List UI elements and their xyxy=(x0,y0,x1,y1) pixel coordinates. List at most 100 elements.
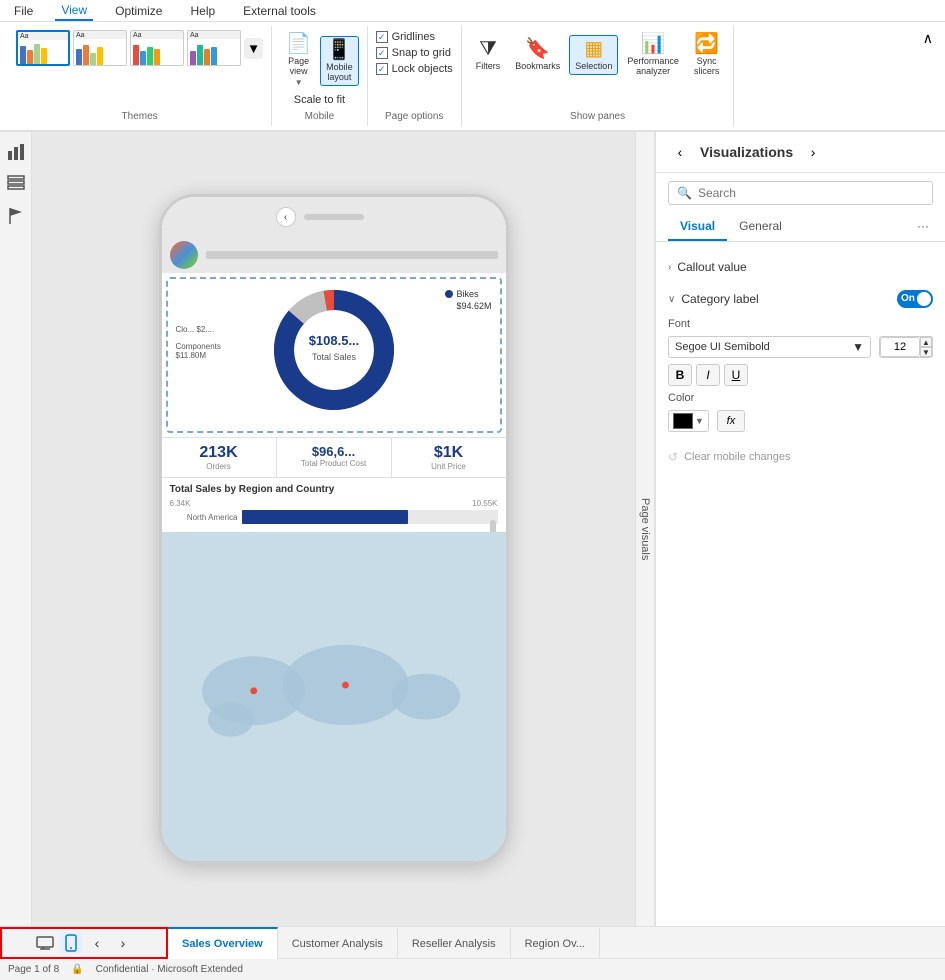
flag-icon[interactable] xyxy=(4,204,28,228)
show-panes-label: Show panes xyxy=(570,111,625,122)
device-mockup: ‹ xyxy=(159,194,509,864)
menu-external-tools[interactable]: External tools xyxy=(237,2,322,20)
menu-help[interactable]: Help xyxy=(184,2,221,20)
theme-bar xyxy=(204,49,210,65)
themes-dropdown-btn[interactable]: ▼ xyxy=(244,38,263,59)
category-label-header[interactable]: ∨ Category label On xyxy=(656,284,945,314)
font-size-down[interactable]: ▼ xyxy=(920,347,932,357)
donut-svg: $108.5... Total Sales xyxy=(259,285,409,415)
tab-region-overview[interactable]: Region Ov... xyxy=(511,927,600,959)
legend-bikes-label: Bikes xyxy=(456,289,478,299)
theme-bar xyxy=(90,53,96,65)
fx-label: fx xyxy=(727,415,736,427)
ribbon-group-themes: Aa Aa xyxy=(8,26,272,126)
page-visuals-tab[interactable]: Page visuals xyxy=(635,132,655,926)
category-label-toggle[interactable]: On xyxy=(897,290,933,308)
theme-bar xyxy=(190,51,196,65)
theme-preview-1[interactable]: Aa xyxy=(16,30,70,66)
menu-optimize[interactable]: Optimize xyxy=(109,2,168,20)
category-chevron: ∨ xyxy=(668,294,675,305)
gridlines-checkbox[interactable]: Gridlines xyxy=(376,30,435,44)
font-size-input[interactable]: 12 xyxy=(880,337,920,357)
bold-btn[interactable]: B xyxy=(668,364,692,386)
menu-file[interactable]: File xyxy=(8,2,39,20)
theme-bar xyxy=(211,47,217,65)
desktop-view-btn[interactable] xyxy=(34,932,56,954)
search-input[interactable] xyxy=(698,186,924,200)
ribbon-group-pageoptions: Gridlines Snap to grid Lock objects Page… xyxy=(368,26,462,126)
legend-bikes-value: $94.62M xyxy=(456,301,491,311)
selection-label: Selection xyxy=(575,61,612,71)
donut-area: $108.5... Total Sales Bikes $94.62M Clo.… xyxy=(174,285,494,425)
page-view-btn[interactable]: 📄 Pageview ▼ xyxy=(280,30,317,91)
report-header xyxy=(162,237,506,273)
format-btns-row: B I U xyxy=(668,364,933,386)
canvas-area: ‹ xyxy=(32,132,635,926)
bookmarks-btn[interactable]: 🔖 Bookmarks xyxy=(509,35,566,75)
color-chevron: ▼ xyxy=(695,416,704,426)
tab-sales-overview[interactable]: Sales Overview xyxy=(168,927,278,959)
performance-label: Performanceanalyzer xyxy=(627,56,679,76)
font-size-wrap: 12 ▲ ▼ xyxy=(879,336,933,358)
tab-general[interactable]: General xyxy=(727,213,794,241)
color-control-row: ▼ fx xyxy=(668,410,933,432)
page-back-btn[interactable]: ‹ xyxy=(86,932,108,954)
scale-to-fit-btn[interactable]: Scale to fit xyxy=(289,91,350,109)
bar-chart-icon[interactable] xyxy=(4,140,28,164)
bookmarks-label: Bookmarks xyxy=(515,61,560,71)
bar-chart-title: Total Sales by Region and Country xyxy=(170,484,498,495)
toggle-wrap: On xyxy=(897,290,933,308)
ribbon-collapse-btn[interactable]: ∧ xyxy=(923,30,933,47)
tab-visual[interactable]: Visual xyxy=(668,213,727,241)
gridlines-label: Gridlines xyxy=(392,31,435,43)
underline-btn[interactable]: U xyxy=(724,364,748,386)
theme-preview-4[interactable]: Aa xyxy=(187,30,241,66)
category-label-text: Category label xyxy=(681,292,758,306)
legend-bikes-dot xyxy=(445,290,453,298)
mobile-layout-btn[interactable]: 📱 Mobilelayout xyxy=(320,36,359,86)
selection-btn[interactable]: ▦ Selection xyxy=(569,35,618,75)
search-box: 🔍 xyxy=(668,181,933,205)
panel-back-btn[interactable]: ‹ xyxy=(668,140,692,164)
theme-bars-2 xyxy=(74,39,126,65)
page-forward-btn[interactable]: › xyxy=(112,932,134,954)
confidentiality-label: Confidential · Microsoft Extended xyxy=(96,964,243,975)
clear-mobile-changes-label[interactable]: Clear mobile changes xyxy=(684,451,790,463)
kpi-orders: 213K Orders xyxy=(162,438,277,477)
color-swatch-btn[interactable]: ▼ xyxy=(668,410,709,432)
device-back-btn[interactable]: ‹ xyxy=(276,207,296,227)
callout-header[interactable]: › Callout value xyxy=(668,254,933,280)
theme-header-3: Aa xyxy=(131,31,183,39)
filters-btn[interactable]: ⧩ Filters xyxy=(470,35,507,75)
theme-bar xyxy=(34,44,40,64)
font-family-select[interactable]: Segoe UI Semibold ▼ xyxy=(668,336,871,358)
sync-slicers-btn[interactable]: 🔁 Syncslicers xyxy=(688,30,726,80)
tab-reseller-analysis[interactable]: Reseller Analysis xyxy=(398,927,511,959)
menu-view[interactable]: View xyxy=(55,1,93,21)
lock-objects-checkbox[interactable]: Lock objects xyxy=(376,62,453,76)
theme-bar xyxy=(97,47,103,65)
chart-left-labels: Clo... $2.... Components $11.80M xyxy=(176,325,221,360)
italic-btn[interactable]: I xyxy=(696,364,720,386)
panel-forward-btn[interactable]: › xyxy=(801,140,825,164)
fx-btn[interactable]: fx xyxy=(717,410,745,432)
theme-preview-2[interactable]: Aa xyxy=(73,30,127,66)
theme-header-4: Aa xyxy=(188,31,240,39)
table-icon[interactable] xyxy=(4,172,28,196)
performance-btn[interactable]: 📊 Performanceanalyzer xyxy=(621,30,685,80)
ribbon-group-showpanes: ⧩ Filters 🔖 Bookmarks ▦ Selection 📊 Perf… xyxy=(462,26,735,126)
tab-customer-analysis[interactable]: Customer Analysis xyxy=(278,927,398,959)
kpi-price-label: Unit Price xyxy=(396,462,502,471)
menubar: File View Optimize Help External tools xyxy=(0,0,945,22)
kpi-cost-label: Total Product Cost xyxy=(281,459,387,468)
snap-label: Snap to grid xyxy=(392,47,451,59)
ribbon-collapse: ∧ xyxy=(919,26,937,126)
mobile-view-btn[interactable] xyxy=(60,932,82,954)
device-header: ‹ xyxy=(162,197,506,237)
snap-to-grid-checkbox[interactable]: Snap to grid xyxy=(376,46,451,60)
ribbon: Aa Aa xyxy=(0,22,945,132)
label-clothing: Clo... $2.... xyxy=(176,325,221,334)
font-size-up[interactable]: ▲ xyxy=(920,337,932,347)
theme-preview-3[interactable]: Aa xyxy=(130,30,184,66)
panel-tab-more[interactable]: ··· xyxy=(913,213,933,241)
